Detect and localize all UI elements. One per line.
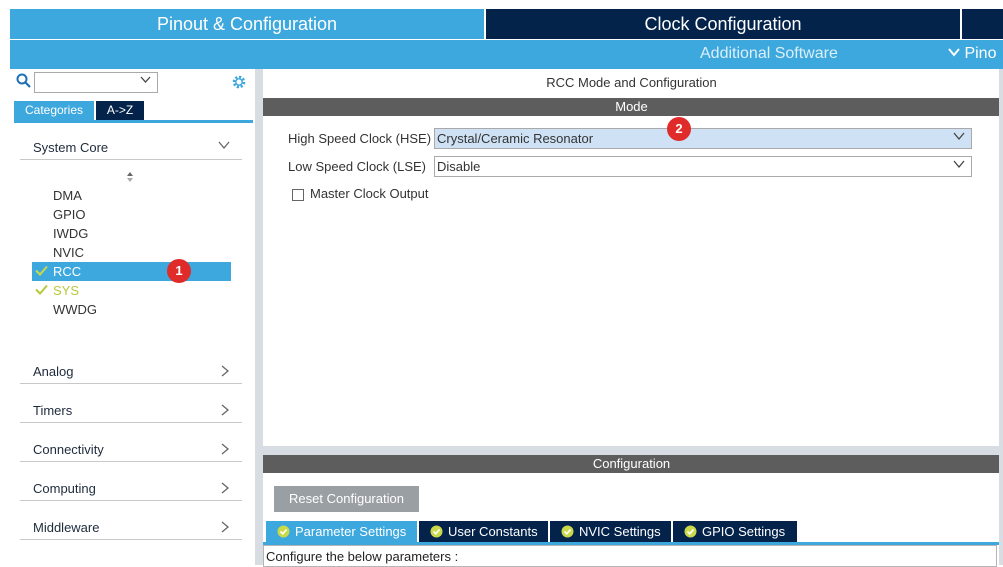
list-item-label: GPIO [53, 207, 86, 222]
scrollbar[interactable] [999, 69, 1003, 565]
configuration-header: Configuration [263, 455, 1000, 473]
tab-a-to-z[interactable]: A->Z [96, 101, 144, 120]
tab-nvic-settings[interactable]: NVIC Settings [550, 521, 671, 542]
pinout-menu-label: Pino [964, 45, 997, 62]
check-circle-icon [430, 525, 443, 538]
list-item-iwdg[interactable]: IWDG [32, 224, 231, 243]
tab-clock-configuration[interactable]: Clock Configuration [486, 9, 960, 39]
list-item-dma[interactable]: DMA [32, 186, 231, 205]
hse-select-value: Crystal/Ceramic Resonator [437, 131, 594, 146]
list-item-label: RCC [53, 264, 82, 279]
search-icon[interactable] [16, 73, 32, 89]
chevron-down-icon [140, 76, 151, 83]
gear-icon[interactable] [231, 74, 247, 90]
chevron-right-icon [221, 404, 230, 416]
chevron-right-icon [221, 365, 230, 377]
chevron-down-icon [953, 160, 965, 169]
mco-label: Master Clock Output [310, 186, 429, 201]
reset-configuration-button[interactable]: Reset Configuration [274, 486, 419, 512]
check-icon [35, 284, 48, 295]
list-item-rcc[interactable]: RCC [32, 262, 231, 281]
additional-software-menu[interactable]: Additional Software [700, 45, 838, 63]
parameter-caption: Configure the below parameters : [266, 549, 459, 564]
chevron-right-icon [221, 521, 230, 533]
section-system-core[interactable]: System Core [20, 137, 242, 160]
list-item-label: WWDG [53, 302, 98, 317]
check-circle-icon [277, 525, 290, 538]
sort-icon[interactable] [125, 171, 135, 183]
section-timers[interactable]: Timers [20, 400, 242, 423]
chevron-down-icon [948, 48, 960, 57]
tab-gpio-settings[interactable]: GPIO Settings [673, 521, 797, 542]
list-item-wwdg[interactable]: WWDG [32, 300, 231, 319]
section-label: Connectivity [33, 442, 104, 457]
section-label: Middleware [33, 520, 100, 535]
section-analog[interactable]: Analog [20, 361, 242, 384]
section-label: System Core [33, 140, 109, 155]
tab-label: User Constants [448, 524, 538, 539]
hse-select[interactable]: Crystal/Ceramic Resonator [434, 128, 972, 149]
chevron-down-icon [218, 141, 230, 150]
tab-parameter-settings[interactable]: Parameter Settings [266, 521, 417, 542]
sub-toolbar: Additional Software Pino [10, 40, 1003, 69]
search-input[interactable] [34, 72, 158, 93]
tab-categories[interactable]: Categories [14, 101, 94, 120]
tab-user-constants[interactable]: User Constants [419, 521, 548, 542]
check-circle-icon [684, 525, 697, 538]
section-label: Computing [33, 481, 96, 496]
chevron-right-icon [221, 482, 230, 494]
lse-select-value: Disable [437, 159, 481, 174]
list-item-label: IWDG [53, 226, 89, 241]
section-connectivity[interactable]: Connectivity [20, 439, 242, 462]
list-item-nvic[interactable]: NVIC [32, 243, 231, 262]
hse-label: High Speed Clock (HSE) [288, 131, 432, 146]
tab-label: Parameter Settings [295, 524, 407, 539]
check-icon [35, 265, 48, 276]
tab-underline [14, 120, 253, 123]
lse-select[interactable]: Disable [434, 156, 972, 177]
chevron-down-icon [953, 132, 965, 141]
chevron-right-icon [221, 443, 230, 455]
tab-label: GPIO Settings [702, 524, 786, 539]
annotation-badge-2: 2 [667, 117, 691, 141]
section-label: Timers [33, 403, 73, 418]
list-item-label: SYS [53, 283, 80, 298]
mco-checkbox[interactable] [292, 189, 304, 201]
annotation-badge-1: 1 [167, 259, 191, 283]
mode-header: Mode [263, 98, 1000, 116]
list-item-sys[interactable]: SYS [32, 281, 231, 300]
pinout-menu[interactable]: Pino [948, 45, 996, 63]
section-computing[interactable]: Computing [20, 478, 242, 501]
list-item-label: NVIC [53, 245, 85, 260]
lse-label: Low Speed Clock (LSE) [288, 159, 427, 174]
check-circle-icon [561, 525, 574, 538]
tab-label: NVIC Settings [579, 524, 661, 539]
tab-extra[interactable] [962, 9, 1003, 39]
tab-pinout-configuration[interactable]: Pinout & Configuration [10, 9, 484, 39]
panel-splitter[interactable] [255, 69, 263, 565]
list-item-label: DMA [53, 188, 82, 203]
section-middleware[interactable]: Middleware [20, 517, 242, 540]
list-item-gpio[interactable]: GPIO [32, 205, 231, 224]
section-label: Analog [33, 364, 74, 379]
panel-title: RCC Mode and Configuration [546, 75, 717, 90]
parameter-settings-panel: Configure the below parameters : [263, 545, 997, 567]
panel-splitter-horizontal[interactable] [263, 446, 1000, 455]
